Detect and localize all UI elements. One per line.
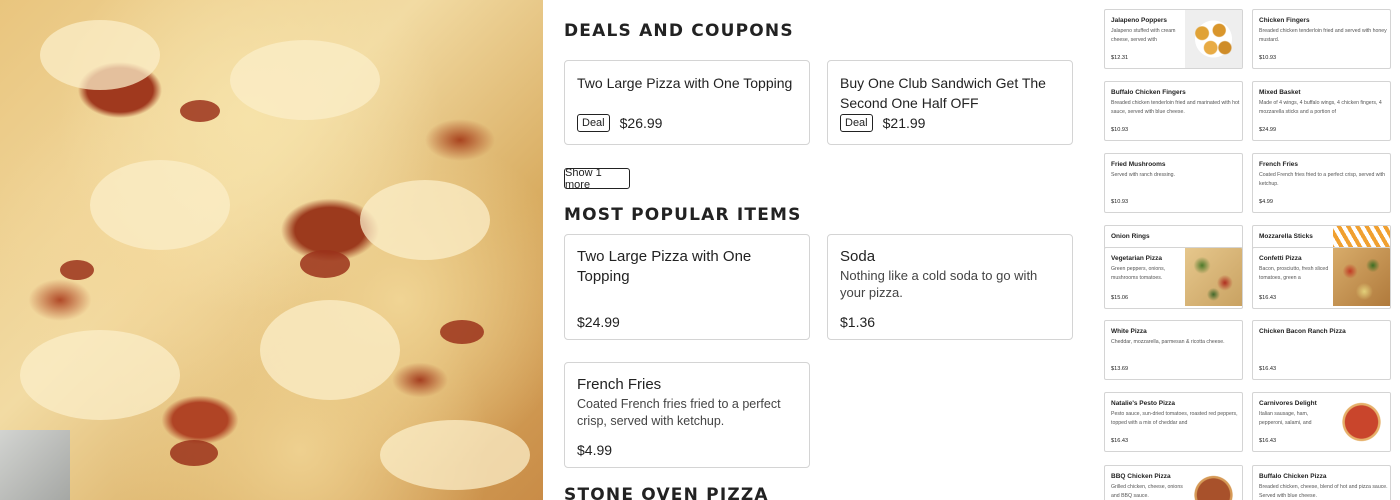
item-name: Mozzarella Sticks bbox=[1259, 233, 1313, 240]
menu-item-card[interactable]: French Fries Coated French fries fried t… bbox=[1252, 153, 1391, 213]
menu-item-card[interactable]: Carnivores Delight Italian sausage, ham,… bbox=[1252, 392, 1391, 452]
deal-badge: Deal bbox=[840, 114, 873, 132]
menu-item-card[interactable]: Chicken Bacon Ranch Pizza $16.43 bbox=[1252, 320, 1391, 380]
deal-price: $21.99 bbox=[882, 115, 926, 131]
menu-item-card[interactable]: BBQ Chicken Pizza Grilled chicken, chees… bbox=[1104, 465, 1243, 500]
item-price: $16.43 bbox=[1111, 438, 1129, 444]
item-description: Pesto sauce, sun-dried tomatoes, roasted… bbox=[1111, 411, 1238, 426]
item-description: Bacon, prosciutto, fresh sliced tomatoes… bbox=[1259, 266, 1329, 281]
item-name: French Fries bbox=[577, 376, 662, 393]
popular-section-title: Most Popular Items bbox=[564, 205, 802, 225]
menu-item-card[interactable]: Confetti Pizza Bacon, prosciutto, fresh … bbox=[1252, 247, 1391, 309]
item-description: Breaded chicken, cheese, blend of hot an… bbox=[1259, 484, 1388, 499]
item-photo bbox=[1333, 248, 1390, 306]
popular-item-card[interactable]: French Fries Coated French fries fried t… bbox=[564, 362, 810, 468]
item-description: Italian sausage, ham, pepperoni, salami,… bbox=[1259, 411, 1312, 426]
item-price: $16.43 bbox=[1259, 295, 1277, 301]
item-price: $24.99 bbox=[577, 314, 620, 330]
item-photo bbox=[1185, 466, 1242, 500]
item-name: Two Large Pizza with One Topping bbox=[577, 248, 752, 285]
item-photo bbox=[1185, 10, 1242, 68]
item-price: $15.06 bbox=[1111, 295, 1129, 301]
menu-item-card[interactable]: Mixed Basket Made of 4 wings, 4 buffalo … bbox=[1252, 81, 1391, 141]
item-name: Soda bbox=[840, 248, 876, 265]
item-price: $1.36 bbox=[840, 314, 876, 330]
item-price: $24.99 bbox=[1259, 127, 1277, 133]
item-price: $13.69 bbox=[1111, 366, 1129, 372]
item-name: Jalapeno Poppers bbox=[1111, 17, 1167, 24]
item-photo bbox=[1185, 248, 1242, 306]
item-description: Green peppers, onions, mushrooms tomatoe… bbox=[1111, 266, 1166, 281]
item-description: Served with ranch dressing. bbox=[1111, 172, 1176, 178]
item-description: Cheddar, mozzarella, parmesan & ricotta … bbox=[1111, 339, 1225, 345]
item-name: Onion Rings bbox=[1111, 233, 1150, 240]
stone-oven-section-title: Stone Oven Pizza bbox=[564, 485, 769, 500]
deal-name: Two Large Pizza with One Topping bbox=[577, 75, 793, 91]
item-description: Coated French fries fried to a perfect c… bbox=[577, 397, 781, 428]
item-price: $12.31 bbox=[1111, 55, 1129, 61]
item-description: Grilled chicken, cheese, onions and BBQ … bbox=[1111, 484, 1183, 499]
show-more-button[interactable]: Show 1 more bbox=[564, 167, 630, 191]
item-name: Chicken Fingers bbox=[1259, 17, 1310, 24]
deals-section-title: Deals and Coupons bbox=[564, 21, 794, 41]
item-name: Mixed Basket bbox=[1259, 89, 1301, 96]
menu-item-card[interactable]: Vegetarian Pizza Green peppers, onions, … bbox=[1104, 247, 1243, 309]
item-name: Confetti Pizza bbox=[1259, 255, 1302, 262]
deal-badge: Deal bbox=[577, 114, 610, 132]
deal-name: Buy One Club Sandwich Get The Second One… bbox=[840, 75, 1046, 111]
deal-card[interactable]: Two Large Pizza with One Topping Deal $2… bbox=[564, 60, 810, 145]
menu-item-card[interactable]: Chicken Fingers Breaded chicken tenderlo… bbox=[1252, 9, 1391, 69]
hero-pizza-image bbox=[0, 0, 543, 500]
item-price: $10.93 bbox=[1111, 127, 1129, 133]
item-name: Buffalo Chicken Pizza bbox=[1259, 473, 1327, 480]
menu-item-card[interactable]: Natalie's Pesto Pizza Pesto sauce, sun-d… bbox=[1104, 392, 1243, 452]
deal-price: $26.99 bbox=[619, 115, 663, 131]
item-price: $4.99 bbox=[1259, 199, 1273, 205]
menu-item-card[interactable]: Buffalo Chicken Fingers Breaded chicken … bbox=[1104, 81, 1243, 141]
item-name: BBQ Chicken Pizza bbox=[1111, 473, 1171, 480]
deal-card[interactable]: Buy One Club Sandwich Get The Second One… bbox=[827, 60, 1073, 145]
item-name: Buffalo Chicken Fingers bbox=[1111, 89, 1186, 96]
item-description: Breaded chicken tenderloin fried and mar… bbox=[1111, 100, 1240, 115]
item-description: Breaded chicken tenderloin fried and ser… bbox=[1259, 28, 1387, 43]
item-description: Nothing like a cold soda to go with your… bbox=[840, 268, 1038, 300]
item-description: Made of 4 wings, 4 buffalo wings, 4 chic… bbox=[1259, 100, 1382, 115]
menu-item-card[interactable]: Buffalo Chicken Pizza Breaded chicken, c… bbox=[1252, 465, 1391, 500]
item-price: $16.43 bbox=[1259, 366, 1277, 372]
item-name: Chicken Bacon Ranch Pizza bbox=[1259, 328, 1346, 335]
item-photo bbox=[1333, 393, 1390, 451]
item-description: Coated French fries fried to a perfect c… bbox=[1259, 172, 1385, 187]
menu-item-card[interactable]: Fried Mushrooms Served with ranch dressi… bbox=[1104, 153, 1243, 213]
item-price: $10.93 bbox=[1111, 199, 1129, 205]
item-name: White Pizza bbox=[1111, 328, 1147, 335]
item-name: Natalie's Pesto Pizza bbox=[1111, 400, 1176, 407]
item-price: $4.99 bbox=[577, 442, 613, 458]
item-name: Carnivores Delight bbox=[1259, 400, 1317, 407]
menu-item-card[interactable]: Jalapeno Poppers Jalapeno stuffed with c… bbox=[1104, 9, 1243, 69]
item-name: Fried Mushrooms bbox=[1111, 161, 1166, 168]
item-description: Jalapeno stuffed with cream cheese, serv… bbox=[1111, 28, 1176, 43]
item-price: $16.43 bbox=[1259, 438, 1277, 444]
popular-item-card[interactable]: Soda Nothing like a cold soda to go with… bbox=[827, 234, 1073, 340]
menu-item-card[interactable]: White Pizza Cheddar, mozzarella, parmesa… bbox=[1104, 320, 1243, 380]
popular-item-card[interactable]: Two Large Pizza with One Topping $24.99 bbox=[564, 234, 810, 340]
item-name: French Fries bbox=[1259, 161, 1299, 168]
item-price: $10.93 bbox=[1259, 55, 1277, 61]
item-name: Vegetarian Pizza bbox=[1111, 255, 1162, 262]
